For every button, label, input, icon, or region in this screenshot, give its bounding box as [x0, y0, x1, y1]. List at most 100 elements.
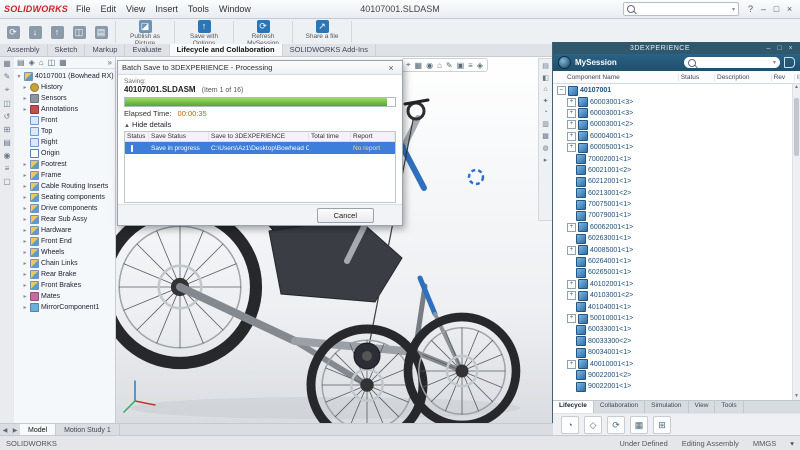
panel-tab-lifecycle[interactable]: Lifecycle: [553, 401, 594, 413]
left-tool-icon-9[interactable]: ≡: [5, 164, 10, 173]
feature-tree-item[interactable]: ▸Frame: [16, 170, 115, 181]
expander-icon[interactable]: +: [567, 223, 576, 232]
scroll-down-icon[interactable]: ▼: [793, 393, 800, 400]
expander-icon[interactable]: ▸: [22, 161, 28, 168]
import-button[interactable]: ↓: [25, 19, 45, 45]
scrollbar-thumb[interactable]: [794, 98, 799, 156]
feature-tree-item[interactable]: ▸History: [16, 82, 115, 93]
vertical-scrollbar[interactable]: ▲ ▼: [792, 84, 800, 400]
expander-icon[interactable]: ▸: [22, 95, 28, 102]
expander-icon[interactable]: +: [567, 280, 576, 289]
component-row[interactable]: +40085001<1>: [553, 244, 800, 255]
expander-icon[interactable]: ▸: [22, 183, 28, 190]
component-row[interactable]: 70075001<1>: [553, 199, 800, 210]
close-icon[interactable]: ×: [785, 45, 796, 52]
expander-icon[interactable]: ▸: [22, 205, 28, 212]
panel-tab-simulation[interactable]: Simulation: [645, 401, 688, 413]
refresh-mysession-button[interactable]: ⟳Refresh MySession: [238, 19, 288, 45]
dialog-title-bar[interactable]: Batch Save to 3DEXPERIENCE - Processing …: [118, 61, 402, 75]
component-row[interactable]: 60033001<1>: [553, 324, 800, 335]
view-tool-icon-3[interactable]: ◉: [426, 61, 433, 70]
feature-tree-item[interactable]: ▸Annotations: [16, 104, 115, 115]
view-tool-icon-4[interactable]: ⌂: [437, 61, 442, 70]
component-row[interactable]: +60062001<1>: [553, 222, 800, 233]
component-row[interactable]: 70002001<1>: [553, 153, 800, 164]
component-row[interactable]: +40102001<1>: [553, 279, 800, 290]
component-row[interactable]: 80034001<1>: [553, 347, 800, 358]
view-tool-icon-7[interactable]: ≡: [468, 61, 473, 70]
feature-panel-tab-icon-5[interactable]: ▦: [59, 58, 67, 67]
expander-icon[interactable]: –: [557, 86, 566, 95]
close-icon[interactable]: ×: [384, 63, 398, 73]
share-a-file-button[interactable]: ↗Share a file: [297, 19, 347, 45]
view-tool-icon-1[interactable]: ⌖: [406, 60, 411, 70]
hide-details-toggle[interactable]: ▲ Hide details: [124, 120, 396, 129]
minimize-icon[interactable]: –: [763, 45, 774, 52]
expander-icon[interactable]: ▸: [22, 293, 28, 300]
column-header-componentname[interactable]: Component Name: [553, 74, 679, 81]
menu-window[interactable]: Window: [219, 4, 251, 14]
lifecycle-tool-icon-4[interactable]: ▦: [630, 416, 648, 434]
component-row[interactable]: +60003001<2>: [553, 119, 800, 130]
component-row[interactable]: 90022001<2>: [553, 370, 800, 381]
scroll-up-icon[interactable]: ▲: [793, 84, 800, 91]
table-row[interactable]: Save in progressC:\Users\Az1\Desktop\Bow…: [125, 142, 395, 154]
help-icon[interactable]: ?: [744, 4, 757, 14]
maximize-icon[interactable]: □: [774, 45, 785, 52]
view-tool-icon-2[interactable]: ▦: [415, 61, 423, 70]
panel-title-bar[interactable]: 3DEXPERIENCE – □ ×: [553, 42, 800, 54]
expander-icon[interactable]: +: [567, 109, 576, 118]
expander-icon[interactable]: ▸: [22, 216, 28, 223]
feature-panel-tab-icon-3[interactable]: ⌂: [39, 58, 44, 67]
column-header-is[interactable]: Is.: [795, 74, 800, 81]
expander-icon[interactable]: +: [567, 314, 576, 323]
task-pane-icon-7[interactable]: ▩: [542, 132, 549, 140]
feature-tree-item[interactable]: Origin: [16, 148, 115, 159]
menu-view[interactable]: View: [126, 4, 145, 14]
expander-icon[interactable]: ▸: [22, 106, 28, 113]
feature-tree-item[interactable]: ▸Hardware: [16, 225, 115, 236]
expander-icon[interactable]: ▸: [22, 260, 28, 267]
expander-icon[interactable]: ▸: [22, 249, 28, 256]
feature-tree-item[interactable]: ▸Cable Routing Inserts: [16, 181, 115, 192]
task-pane-icon-1[interactable]: ▤: [542, 62, 549, 70]
component-row[interactable]: 60264001<1>: [553, 256, 800, 267]
lifecycle-tool-icon-3[interactable]: ⟳: [607, 416, 625, 434]
feature-tree-item[interactable]: ▸Wheels: [16, 247, 115, 258]
column-header-description[interactable]: Description: [715, 74, 772, 81]
menu-tools[interactable]: Tools: [188, 4, 209, 14]
menu-file[interactable]: File: [76, 4, 91, 14]
feature-tree-item[interactable]: ▸Rear Sub Assy: [16, 214, 115, 225]
lifecycle-tool-icon-2[interactable]: ◇: [584, 416, 602, 434]
expander-icon[interactable]: ▾: [16, 73, 22, 80]
close-icon[interactable]: ×: [783, 4, 796, 14]
mysession-search-input[interactable]: ▾: [684, 57, 780, 68]
panel-tab-view[interactable]: View: [689, 401, 716, 413]
task-pane-icon-4[interactable]: ✦: [543, 97, 549, 105]
component-row[interactable]: +50010001<1>: [553, 313, 800, 324]
component-row[interactable]: 60021001<2>: [553, 165, 800, 176]
task-pane-icon-5[interactable]: ◔: [543, 109, 547, 116]
component-row[interactable]: 90022001<1>: [553, 381, 800, 392]
menu-insert[interactable]: Insert: [155, 4, 178, 14]
minimize-icon[interactable]: –: [757, 4, 770, 14]
feature-panel-tab-icon-2[interactable]: ◈: [29, 58, 35, 67]
expand-panel-icon[interactable]: »: [108, 58, 112, 67]
feature-tree-item[interactable]: ▸Footrest: [16, 159, 115, 170]
publish-as-picture-button[interactable]: ◪Publish as Picture: [120, 19, 170, 45]
properties-button[interactable]: ◫: [69, 19, 89, 45]
view-tool-icon-5[interactable]: ✎: [446, 61, 453, 70]
expander-icon[interactable]: +: [567, 291, 576, 300]
component-row[interactable]: 60212001<1>: [553, 176, 800, 187]
report-cell[interactable]: No report: [351, 145, 395, 152]
view-tool-icon-8[interactable]: ◈: [477, 61, 483, 70]
component-row[interactable]: +60003001<3>: [553, 96, 800, 107]
feature-tree-root[interactable]: ▾40107001 (Bowhead RX): [16, 71, 115, 82]
expander-icon[interactable]: +: [567, 360, 576, 369]
component-row[interactable]: 40104001<1>: [553, 301, 800, 312]
feature-panel-tab-icon-4[interactable]: ◫: [48, 58, 56, 67]
feature-tree-item[interactable]: Front: [16, 115, 115, 126]
expander-icon[interactable]: +: [567, 98, 576, 107]
info-button[interactable]: ▤: [91, 19, 111, 45]
component-row[interactable]: 70079001<1>: [553, 210, 800, 221]
